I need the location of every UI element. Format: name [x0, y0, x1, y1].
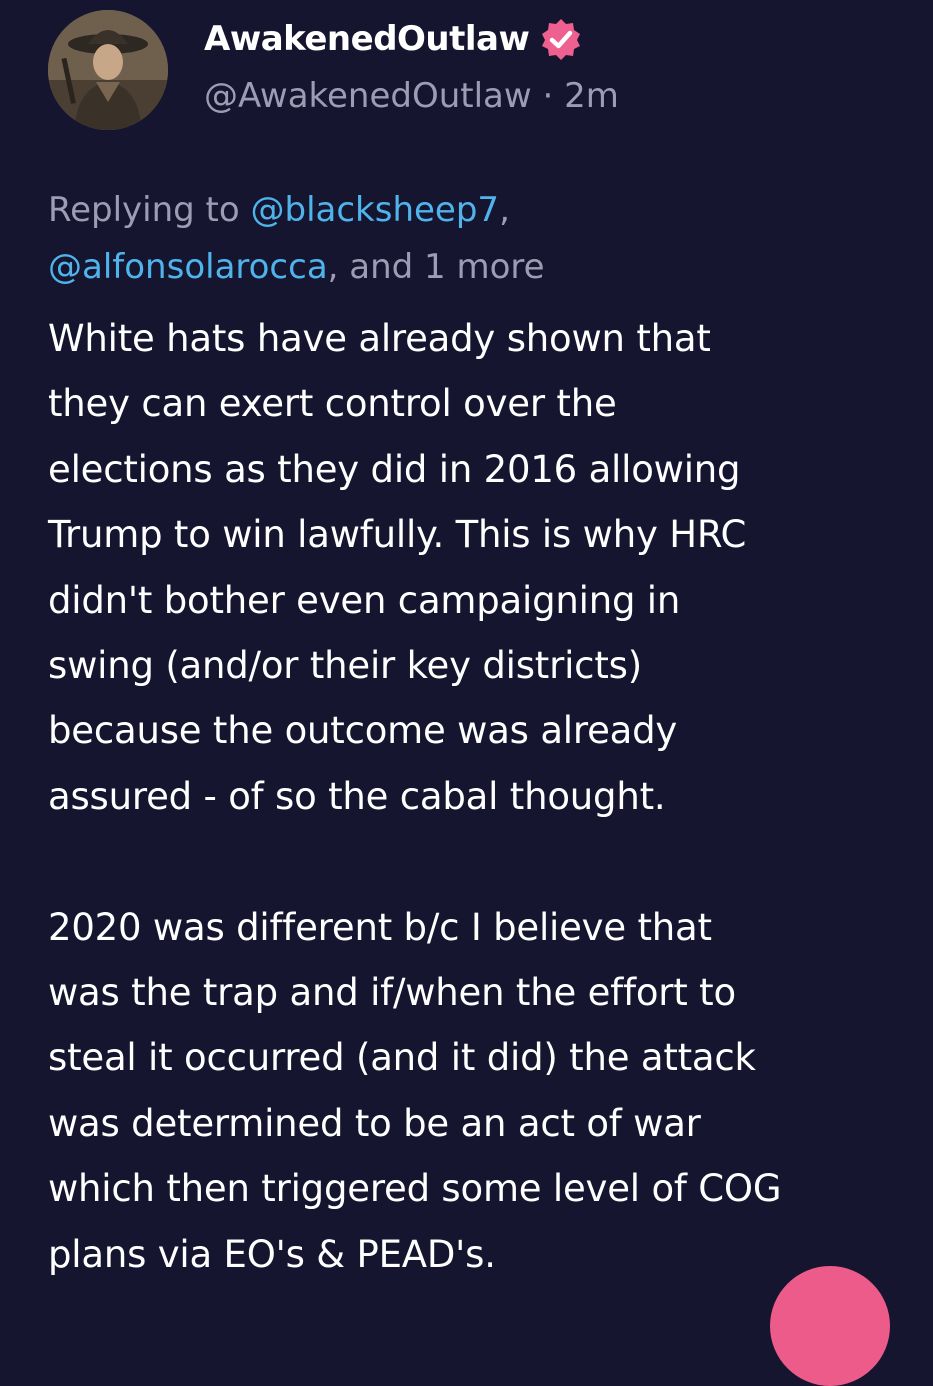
body-line: 2020 was different b/c I believe that — [48, 905, 712, 949]
reply-comma: , — [499, 190, 510, 230]
body-line: Trump to win lawfully. This is why HRC — [48, 513, 747, 557]
avatar-image — [48, 10, 168, 130]
body-line: swing (and/or their key districts) — [48, 644, 642, 688]
author-handle[interactable]: @AwakenedOutlaw — [204, 76, 532, 116]
compose-fab[interactable] — [770, 1266, 890, 1386]
author-name-row: AwakenedOutlaw — [204, 14, 583, 64]
reply-context: Replying to @blacksheep7, @alfonsolarocc… — [48, 182, 908, 296]
body-line: was the trap and if/when the effort to — [48, 971, 736, 1015]
body-line: they can exert control over the — [48, 382, 617, 426]
body-line: which then triggered some level of COG — [48, 1167, 782, 1211]
body-line: elections as they did in 2016 allowing — [48, 447, 741, 491]
reply-suffix[interactable]: , and 1 more — [328, 247, 545, 287]
post-card: AwakenedOutlaw @AwakenedOutlaw · 2m Repl… — [0, 0, 933, 1386]
body-line: because the outcome was already — [48, 709, 678, 753]
body-line: White hats have already shown that — [48, 317, 711, 360]
display-name[interactable]: AwakenedOutlaw — [204, 19, 530, 59]
avatar[interactable] — [48, 10, 168, 130]
reply-prefix: Replying to — [48, 190, 251, 230]
post-body: White hats have already shown that they … — [48, 306, 918, 1287]
body-line: was determined to be an act of war — [48, 1101, 701, 1145]
mention-blacksheep7[interactable]: @blacksheep7 — [251, 190, 500, 230]
body-line: didn't bother even campaigning in — [48, 578, 681, 622]
body-line: assured - of so the cabal thought. — [48, 774, 666, 818]
handle-row: @AwakenedOutlaw · 2m — [204, 76, 619, 116]
separator: · — [542, 76, 554, 116]
body-line: steal it occurred (and it did) the attac… — [48, 1036, 756, 1080]
body-line: plans via EO's & PEAD's. — [48, 1232, 496, 1276]
post-time: 2m — [564, 76, 619, 116]
verified-badge-icon — [539, 17, 583, 61]
mention-alfonsolarocca[interactable]: @alfonsolarocca — [48, 247, 328, 287]
